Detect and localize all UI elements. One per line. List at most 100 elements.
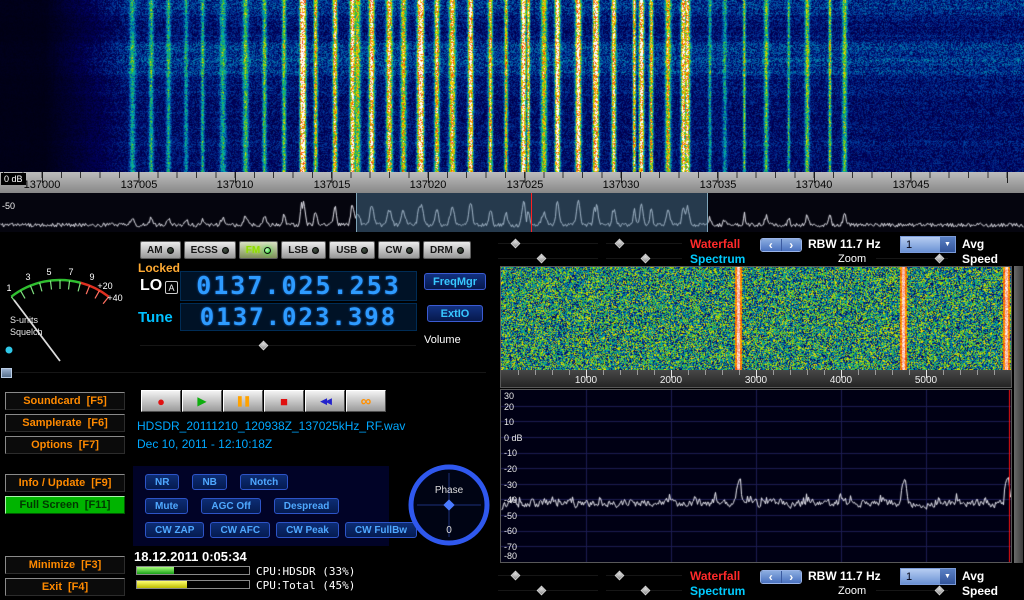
mode-ecss-button[interactable]: ECSS [184,241,236,259]
pause-button[interactable]: ❚❚ [223,390,263,412]
rewind-button[interactable]: ◀◀ [305,390,345,412]
waterfall-brightness-slider[interactable] [498,571,598,581]
info-update-button[interactable]: Info / Update[F9] [5,474,125,492]
slider-thumb[interactable] [935,586,945,596]
rbw-increase-button[interactable]: › [782,571,802,583]
extio-button[interactable]: ExtIO [427,305,483,322]
stop-button[interactable]: ■ [264,390,304,412]
db-scale-label: 0 dB [504,433,523,443]
fullscreen-button[interactable]: Full Screen[F11] [5,496,125,514]
spectrum-tab[interactable]: Spectrum [690,584,745,598]
play-button[interactable]: ▶ [182,390,222,412]
record-button[interactable]: ● [141,390,181,412]
agc-off-button[interactable]: AGC Off [201,498,260,514]
waterfall-contrast-slider[interactable] [606,239,682,249]
lo-frequency-display[interactable]: 0137.025.253 [180,271,417,301]
rbw-increase-button[interactable]: › [782,239,802,251]
despread-button[interactable]: Despread [274,498,340,514]
slider-thumb[interactable] [537,254,547,264]
avg-label: Avg [962,569,984,583]
audio-waterfall-canvas[interactable] [501,267,1011,370]
cw-peak-button[interactable]: CW Peak [276,522,339,538]
mode-am-button[interactable]: AM [140,241,181,259]
freq-tick-label: 137015 [314,179,351,191]
minimize-button[interactable]: Minimize[F3] [5,556,125,574]
zoom-slider[interactable] [876,254,948,264]
slider-thumb[interactable] [641,586,651,596]
zoom-region-overlay[interactable] [356,193,708,232]
samplerate-button[interactable]: Samplerate[F6] [5,414,125,432]
db-scale-label: -30 [504,480,517,490]
nr-button[interactable]: NR [145,474,179,490]
slider-thumb[interactable] [1,368,12,378]
play-icon: ▶ [197,394,206,408]
svg-text:1: 1 [6,283,11,293]
panel-scrollbar[interactable] [1014,266,1023,563]
mode-cw-button[interactable]: CW [378,241,420,259]
waterfall-tab[interactable]: Waterfall [690,237,740,251]
slider-thumb[interactable] [511,571,521,581]
mode-label: LSB [288,245,308,256]
loop-button[interactable]: ∞ [346,390,386,412]
spectrum-ref-slider[interactable] [498,254,598,264]
mode-usb-button[interactable]: USB [329,241,375,259]
freqmgr-button[interactable]: FreqMgr [424,273,486,290]
dropdown-arrow-icon[interactable]: ▼ [940,569,955,584]
tune-frequency-display[interactable]: 0137.023.398 [180,303,417,331]
slider-thumb[interactable] [615,571,625,581]
menu-label: Info / Update [19,477,86,489]
svg-text:+40: +40 [107,293,122,303]
volume-slider[interactable] [140,341,416,351]
db-scale-label: -60 [504,526,517,536]
waterfall-tab[interactable]: Waterfall [690,569,740,583]
mode-fm-button[interactable]: FM [239,241,278,259]
dsp-panel: NR NB Notch Mute AGC Off Despread CW ZAP… [133,466,389,546]
slider-track [140,345,416,346]
cpu-hdsdr-bar [136,566,250,575]
notch-button[interactable]: Notch [240,474,288,490]
zoom-slider[interactable] [876,586,948,596]
cpu-total-text: CPU:Total (45%) [256,579,355,592]
frequency-scale[interactable]: 137000 137005 137010 137015 137020 13702… [0,172,1024,193]
cw-zap-button[interactable]: CW ZAP [145,522,204,538]
overview-spectrum[interactable] [0,193,1024,232]
spectrum-tab[interactable]: Spectrum [690,252,745,266]
svg-text:7: 7 [68,267,73,277]
audio-spectrum-canvas[interactable] [501,390,1011,562]
soundcard-button[interactable]: Soundcard[F5] [5,392,125,410]
spectrum-ref-slider[interactable] [498,586,598,596]
audio-freq-tick: 2000 [660,375,682,386]
lo-auto-badge[interactable]: A [165,281,178,294]
main-waterfall-canvas[interactable] [0,0,1024,172]
spectrum-range-slider[interactable] [606,254,682,264]
squelch-indicator-dot [6,347,13,354]
slider-thumb[interactable] [259,341,269,351]
mode-drm-button[interactable]: DRM [423,241,471,259]
squelch-slider[interactable] [0,368,490,378]
cw-afc-button[interactable]: CW AFC [210,522,270,538]
mute-button[interactable]: Mute [145,498,188,514]
slider-thumb[interactable] [511,239,521,249]
waterfall-brightness-slider[interactable] [498,239,598,249]
s-units-label: S-units [10,315,39,325]
dropdown-arrow-icon[interactable]: ▼ [940,237,955,252]
rbw-decrease-button[interactable]: ‹ [761,239,782,251]
audio-frequency-scale[interactable]: 1000 2000 3000 4000 5000 [501,370,1011,387]
rbw-label: RBW 11.7 Hz [808,569,881,583]
exit-button[interactable]: Exit[F4] [5,578,125,596]
slider-thumb[interactable] [641,254,651,264]
rbw-spinner: ‹ › [760,238,802,252]
waterfall-contrast-slider[interactable] [606,571,682,581]
menu-label: Exit [42,581,62,593]
rbw-decrease-button[interactable]: ‹ [761,571,782,583]
slider-thumb[interactable] [537,586,547,596]
mode-lsb-button[interactable]: LSB [281,241,326,259]
avg-dropdown[interactable]: 1 ▼ [900,568,956,585]
db-scale-label: -10 [504,448,517,458]
options-button[interactable]: Options[F7] [5,436,125,454]
slider-thumb[interactable] [935,254,945,264]
nb-button[interactable]: NB [192,474,226,490]
avg-dropdown[interactable]: 1 ▼ [900,236,956,253]
spectrum-range-slider[interactable] [606,586,682,596]
slider-thumb[interactable] [615,239,625,249]
